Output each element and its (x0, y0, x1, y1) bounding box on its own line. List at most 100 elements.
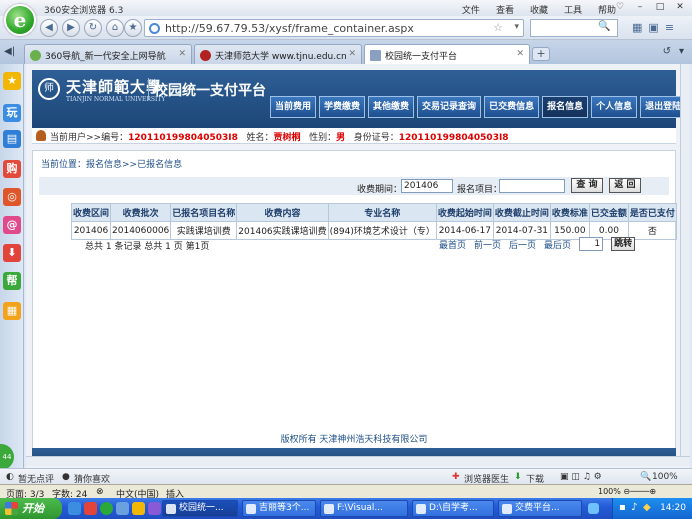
quicklaunch-ie-icon[interactable] (116, 502, 129, 515)
zoom-icon: 🔍 (640, 472, 652, 482)
spellcheck-icon[interactable]: ⊗ (96, 487, 104, 497)
app-icon[interactable]: ▦ (3, 302, 21, 320)
task-label: D:\自学考... (429, 503, 478, 513)
refresh-icon[interactable]: ↻ (84, 19, 102, 37)
menu-view[interactable]: 查看 (496, 3, 514, 16)
nav-transactions[interactable]: 交易记录查询 (417, 96, 482, 118)
search-icon[interactable]: 🔍 (598, 21, 610, 32)
chevron-down-icon[interactable]: ▾ (514, 22, 519, 32)
forward-arrow-icon[interactable]: ▶ (62, 19, 80, 37)
restore-icon[interactable]: ↺ (663, 46, 671, 57)
page-number-input[interactable]: 1 (579, 237, 604, 251)
grid-icon[interactable]: ▦ (632, 21, 642, 34)
nav-other-fees[interactable]: 其他缴费 (368, 96, 415, 118)
skin-icon[interactable]: ♡ (612, 1, 628, 14)
favorites-star-icon[interactable]: ★ (3, 72, 21, 90)
chevron-down-icon[interactable]: ▾ (679, 46, 684, 57)
tab-tjnu[interactable]: 天津师范大学 www.tjnu.edu.cn ✕ (194, 44, 362, 64)
tab-360nav[interactable]: 360导航_新一代安全上网导航 ✕ (24, 44, 192, 64)
university-logo-icon: 师 (38, 78, 60, 100)
browser-menu-bar: 文件 查看 收藏 工具 帮助 (462, 3, 616, 16)
horizontal-scrollbar[interactable] (26, 456, 690, 466)
tray-security-icon[interactable]: ◆ (643, 502, 651, 513)
item-input[interactable] (499, 179, 565, 193)
filter-row: 收费期间： 201406 报名项目： 查 询 返 回 (39, 177, 669, 195)
start-button[interactable]: 开始 (0, 498, 62, 519)
user-name: 贾树桐 (273, 133, 301, 143)
user-idcard: 1201101998040503I8 (398, 133, 509, 143)
address-bar[interactable]: http://59.67.79.53/xysf/frame_container.… (144, 19, 524, 37)
tab-payment[interactable]: 校园统一支付平台 ✕ (364, 44, 530, 64)
comment-icon: ◐ (6, 472, 14, 482)
bookmark-icon[interactable]: ☆ (493, 21, 503, 34)
query-button[interactable]: 查 询 (571, 178, 603, 193)
menu-tools[interactable]: 工具 (564, 3, 582, 16)
task-label: 吉丽等3个... (259, 503, 310, 513)
task-folder-visual[interactable]: F:\Visual... (320, 500, 408, 517)
nav-current-fees[interactable]: 当前费用 (270, 96, 317, 118)
task-app-icon (416, 504, 426, 514)
task-folder-exam[interactable]: D:\自学考... (412, 500, 494, 517)
doctor-icon: ✚ (452, 472, 460, 482)
back-arrow-icon[interactable]: ◀ (40, 19, 58, 37)
minimize-button[interactable]: – (632, 1, 648, 14)
quicklaunch-browser-icon[interactable] (100, 502, 113, 515)
site-footer: 版权所有 天津神州浩天科技有限公司 (280, 435, 428, 445)
maximize-button[interactable]: □ (652, 1, 668, 14)
main-panel: 当前位置：报名信息>>已报名信息 收费期间： 201406 报名项目： 查 询 … (32, 150, 677, 462)
favorite-star-icon[interactable]: ★ (124, 19, 142, 37)
quicklaunch-desktop-icon[interactable] (68, 502, 81, 515)
tray-volume-icon[interactable]: ♪ (631, 502, 637, 513)
taskbar-chevron-icon[interactable] (588, 503, 599, 514)
nav-registration[interactable]: 报名信息 (542, 96, 589, 118)
play-icon[interactable]: 玩 (3, 104, 21, 122)
download-icon[interactable]: ⬇ (3, 244, 21, 262)
task-chat[interactable]: 吉丽等3个... (242, 500, 316, 517)
user-prefix: 当前用户>>编号： (50, 133, 129, 143)
sidebar-toggle-icon[interactable]: ◀| (4, 46, 15, 57)
close-icon[interactable]: ✕ (348, 49, 356, 59)
user-id: 1201101998040503I8 (128, 133, 238, 143)
close-icon[interactable]: ✕ (178, 49, 186, 59)
next-page-link[interactable]: 后一页 (509, 238, 536, 251)
col-is-paid: 是否已支付 (627, 203, 677, 222)
help-icon[interactable]: 帮 (3, 272, 21, 290)
status-tools-icon[interactable]: ▣ ◫ ♫ ⚙ (560, 472, 602, 482)
back-button[interactable]: 返 回 (609, 178, 641, 193)
task-payment-platform[interactable]: 校园统一... (162, 500, 238, 517)
url-text[interactable]: http://59.67.79.53/xysf/frame_container.… (165, 22, 414, 35)
pagination: 最首页 前一页 后一页 最后页 1 跳转 (439, 237, 636, 251)
compat-icon[interactable]: ▣ (648, 21, 658, 34)
zoom-slider[interactable]: 100% ⊖────⊕ (598, 487, 656, 496)
menu-file[interactable]: 文件 (462, 3, 480, 16)
period-input[interactable]: 201406 (401, 179, 453, 193)
col-end: 收费截止时间 (492, 203, 551, 222)
close-icon[interactable]: ✕ (516, 49, 524, 59)
zoom-level[interactable]: 100% (652, 472, 678, 482)
quicklaunch-app-icon[interactable] (84, 502, 97, 515)
email-icon[interactable]: @ (3, 216, 21, 234)
menu-icon[interactable]: ≡ (665, 21, 674, 34)
last-page-link[interactable]: 最后页 (544, 238, 571, 251)
col-major: 专业名称 (327, 203, 437, 222)
quicklaunch-media-icon[interactable] (148, 502, 161, 515)
header-divider (148, 78, 149, 100)
new-tab-button[interactable]: + (532, 47, 550, 61)
jump-button[interactable]: 跳转 (611, 237, 636, 251)
book-icon[interactable]: ▤ (3, 130, 21, 148)
home-icon[interactable]: ⌂ (106, 19, 124, 37)
nav-tuition[interactable]: 学费缴费 (319, 96, 366, 118)
close-button[interactable]: ✕ (672, 1, 688, 14)
nav-personal[interactable]: 个人信息 (591, 96, 638, 118)
task-word-doc[interactable]: 交费平台... (498, 500, 582, 517)
vertical-scrollbar[interactable] (680, 64, 690, 456)
tray-network-icon[interactable]: ▪ (619, 502, 626, 513)
first-page-link[interactable]: 最首页 (439, 238, 466, 251)
quicklaunch-folder-icon[interactable] (132, 502, 145, 515)
shopping-icon[interactable]: 购 (3, 160, 21, 178)
weibo-icon[interactable]: ◎ (3, 188, 21, 206)
nav-paid-info[interactable]: 已交费信息 (484, 96, 540, 118)
menu-favorites[interactable]: 收藏 (530, 3, 548, 16)
prev-page-link[interactable]: 前一页 (474, 238, 501, 251)
browser-status-bar: ◐ 暂无点评 ● 猜你喜欢 ✚ 浏览器医生 ⬇ 下载 ▣ ◫ ♫ ⚙ 🔍 100… (0, 468, 692, 485)
